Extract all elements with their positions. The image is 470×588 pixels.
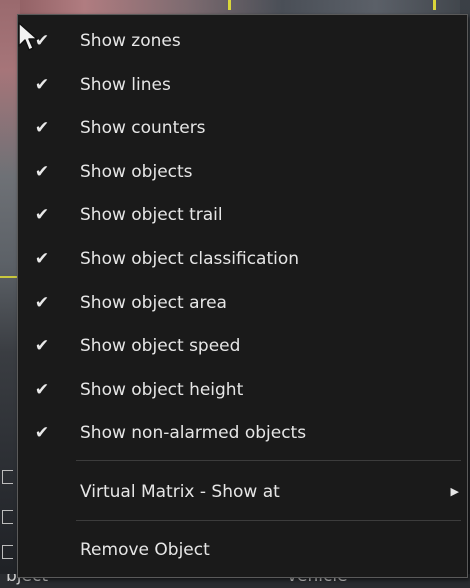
object-box-edge: [2, 470, 13, 484]
checkmark-icon: ✔: [34, 161, 50, 182]
checkmark-icon: ✔: [34, 423, 50, 444]
object-box-edge: [2, 545, 13, 559]
menu-item-label: Show object trail: [80, 205, 223, 226]
context-menu: ✔ Show zones ✔ Show lines ✔ Show counters ✔ Sho…: [17, 14, 468, 578]
menu-item-label: Show objects: [80, 161, 193, 182]
menu-item-label: Show object area: [80, 292, 227, 313]
menu-item-label: Show zones: [80, 31, 181, 51]
checkmark-icon: ✔: [34, 205, 50, 226]
menu-item-label: Show non-alarmed objects: [80, 423, 307, 444]
menu-item-show-counters[interactable]: ✔ Show counters: [18, 108, 467, 148]
menu-item-show-lines[interactable]: ✔ Show lines: [18, 65, 467, 105]
checkmark-icon: ✔: [34, 379, 50, 400]
menu-item-remove-object[interactable]: Remove Object: [18, 530, 467, 570]
menu-item-show-objects[interactable]: ✔ Show objects: [18, 152, 467, 192]
menu-item-show-object-area[interactable]: ✔ Show object area: [18, 283, 467, 323]
submenu-arrow-icon: ▶: [450, 485, 459, 498]
menu-item-show-object-speed[interactable]: ✔ Show object speed: [18, 326, 467, 366]
menu-item-show-object-classification[interactable]: ✔ Show object classification: [18, 239, 467, 279]
menu-item-show-zones[interactable]: ✔ Show zones: [18, 21, 467, 61]
object-box-edge: [2, 510, 13, 524]
menu-item-label: Virtual Matrix - Show at: [80, 482, 280, 502]
checkmark-icon: ✔: [34, 336, 50, 357]
checkmark-icon: ✔: [34, 118, 50, 139]
menu-item-label: Remove Object: [80, 540, 210, 560]
menu-item-show-non-alarmed-objects[interactable]: ✔ Show non-alarmed objects: [18, 413, 467, 453]
zone-marker: [433, 0, 436, 10]
menu-item-label: Show lines: [80, 74, 171, 95]
checkmark-icon: ✔: [34, 292, 50, 313]
menu-item-label: Show counters: [80, 118, 206, 139]
menu-separator: [76, 460, 461, 461]
menu-item-label: Show object speed: [80, 336, 241, 357]
menu-item-label: Show object classification: [80, 249, 300, 269]
mouse-cursor-icon: [18, 22, 38, 51]
menu-item-label: Show object height: [80, 379, 244, 400]
checkmark-icon: ✔: [34, 74, 50, 95]
zone-marker: [228, 0, 231, 10]
video-view: bject vehicle ✔ Show zones ✔ Show lines ✔ Sho…: [0, 0, 470, 588]
checkmark-icon: ✔: [34, 249, 50, 269]
menu-item-virtual-matrix-show-at[interactable]: Virtual Matrix - Show at ▶: [18, 472, 467, 512]
menu-separator: [76, 520, 461, 521]
menu-item-show-object-height[interactable]: ✔ Show object height: [18, 370, 467, 410]
menu-item-show-object-trail[interactable]: ✔ Show object trail: [18, 195, 467, 235]
